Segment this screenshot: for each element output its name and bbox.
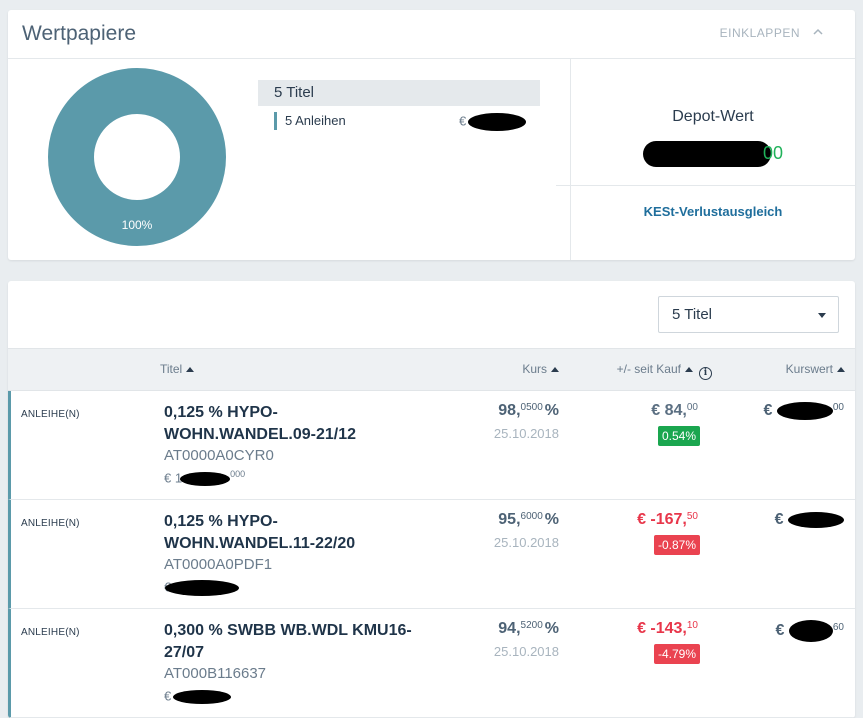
redaction xyxy=(180,471,231,486)
column-header-pl[interactable]: +/- seit Kauf i xyxy=(617,362,712,380)
filter-select[interactable]: 5 Titel xyxy=(658,296,839,333)
kurs-date: 25.10.2018 xyxy=(493,644,559,659)
legend-item-label: 5 Anleihen xyxy=(285,113,346,128)
collapse-button[interactable]: EINKLAPPEN xyxy=(720,26,800,40)
table-row[interactable]: ANLEIHE(N) 0,125 % HYPO-WOHN.WANDEL.09-2… xyxy=(8,391,855,500)
market-value: € 60 xyxy=(776,620,844,642)
chevron-up-icon[interactable] xyxy=(813,27,823,37)
sort-asc-icon xyxy=(551,367,559,372)
kurs-value: 98,0500% xyxy=(498,402,559,419)
market-value: € 00 xyxy=(763,402,844,420)
column-header-titel[interactable]: Titel xyxy=(160,362,195,376)
security-type: ANLEIHE(N) xyxy=(21,627,80,638)
redaction xyxy=(776,402,833,420)
security-name-link[interactable]: 0,125 % HYPO-WOHN.WANDEL.09-21/12 xyxy=(164,402,424,446)
donut-percent-label: 100% xyxy=(121,218,153,232)
profit-loss-value: € -143,10 xyxy=(637,620,698,637)
profit-loss-percent-badge: 0.54% xyxy=(657,426,700,446)
profit-loss-percent-badge: -0.87% xyxy=(653,535,700,555)
table-header: Titel Kurs +/- seit Kauf i Kurswert xyxy=(8,348,855,391)
security-name-link[interactable]: 0,300 % SWBB WB.WDL KMU16-27/07 xyxy=(164,620,424,664)
legend-item-value: € xyxy=(459,113,526,131)
redaction xyxy=(467,113,526,131)
security-nominal: € xyxy=(164,687,232,704)
filter-select-value: 5 Titel xyxy=(672,306,713,323)
info-icon[interactable]: i xyxy=(699,367,712,380)
column-header-kurswert[interactable]: Kurswert xyxy=(786,362,845,376)
legend-total-label: 5 Titel xyxy=(274,84,315,101)
holdings-card: 5 Titel Titel Kurs +/- seit Kauf i Kurswe… xyxy=(8,281,855,718)
profit-loss-percent-badge: -4.79% xyxy=(653,644,700,664)
column-header-kurs[interactable]: Kurs xyxy=(522,362,559,376)
kurs-value: 94,5200% xyxy=(498,620,559,637)
table-row[interactable]: ANLEIHE(N) 0,300 % SWBB WB.WDL KMU16-27/… xyxy=(8,609,855,718)
sort-asc-icon xyxy=(685,367,693,372)
sort-asc-icon xyxy=(837,367,845,372)
security-type: ANLEIHE(N) xyxy=(21,518,80,529)
security-type: ANLEIHE(N) xyxy=(21,409,80,420)
profit-loss-value: € -167,50 xyxy=(637,511,698,528)
security-isin: AT0000A0PDF1 xyxy=(164,556,273,573)
sort-asc-icon xyxy=(186,367,195,372)
kurs-value: 95,6000% xyxy=(498,511,559,528)
redaction xyxy=(165,579,240,596)
horizontal-divider xyxy=(556,185,855,186)
table-row[interactable]: ANLEIHE(N) 0,125 % HYPO-WOHN.WANDEL.11-2… xyxy=(8,500,855,609)
allocation-donut-chart: 100% xyxy=(47,67,227,247)
market-value: € xyxy=(775,511,844,529)
legend-item-anleihen[interactable]: 5 Anleihen € xyxy=(274,112,540,131)
donut-segment-anleihen[interactable] xyxy=(48,68,226,246)
security-name-link[interactable]: 0,125 % HYPO-WOHN.WANDEL.11-22/20 xyxy=(164,511,424,555)
redaction xyxy=(788,511,844,528)
redaction xyxy=(788,620,833,642)
card-title: Wertpapiere xyxy=(22,22,137,45)
redaction xyxy=(642,141,771,167)
security-nominal: € xyxy=(164,578,240,596)
depot-value-label: Depot-Wert xyxy=(672,108,754,125)
collapse-label: EINKLAPPEN xyxy=(719,26,800,40)
kest-loss-offset-link[interactable]: KESt-Verlustausgleich xyxy=(571,204,855,219)
card-header: Wertpapiere EINKLAPPEN xyxy=(8,10,855,59)
depot-value: 00 xyxy=(571,141,855,167)
kurs-date: 25.10.2018 xyxy=(493,535,559,550)
legend-total-row: 5 Titel xyxy=(258,80,540,106)
caret-down-icon xyxy=(818,313,826,318)
kurs-date: 25.10.2018 xyxy=(493,426,559,441)
redaction xyxy=(173,689,232,704)
security-isin: AT0000A0CYR0 xyxy=(164,447,274,464)
security-nominal: € 1 000 xyxy=(164,469,246,486)
security-isin: AT000B116637 xyxy=(164,665,267,682)
securities-summary-card: Wertpapiere EINKLAPPEN 100% 5 Titel 5 An… xyxy=(8,10,855,260)
profit-loss-value: € 84,00 xyxy=(651,402,698,419)
